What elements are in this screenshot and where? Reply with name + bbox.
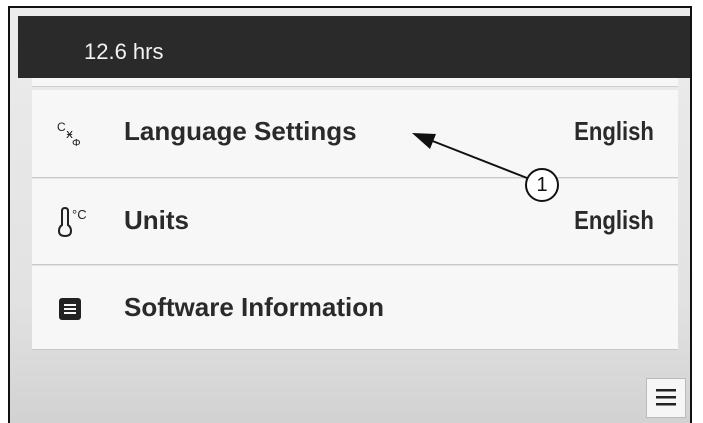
svg-text:°C: °C	[72, 207, 86, 222]
engine-hours: 12.6 hrs	[84, 39, 164, 64]
callout-number: 1	[536, 174, 548, 196]
software-information-label: Software Information	[124, 292, 385, 322]
svg-text:Ф: Ф	[72, 138, 81, 148]
software-information-row[interactable]: Software Information	[32, 266, 678, 350]
svg-text:C: C	[57, 120, 66, 134]
language-icon: C ӿ Ф	[57, 120, 81, 148]
units-value: English	[574, 205, 654, 235]
units-row[interactable]: °C Units English	[32, 179, 678, 265]
language-settings-row[interactable]: C ӿ Ф Language Settings English	[32, 90, 678, 178]
document-icon	[59, 298, 81, 320]
screen-frame: 12.6 hrs C ӿ Ф Language Settings English…	[8, 6, 692, 423]
language-settings-value: English	[574, 116, 654, 146]
list-top-strip	[32, 78, 678, 87]
thermometer-icon: °C	[57, 207, 86, 237]
units-label: Units	[124, 205, 189, 235]
language-settings-label: Language Settings	[124, 116, 357, 146]
hamburger-menu-icon	[656, 389, 676, 406]
menu-button[interactable]	[646, 378, 686, 418]
status-bar: 12.6 hrs	[18, 16, 690, 78]
